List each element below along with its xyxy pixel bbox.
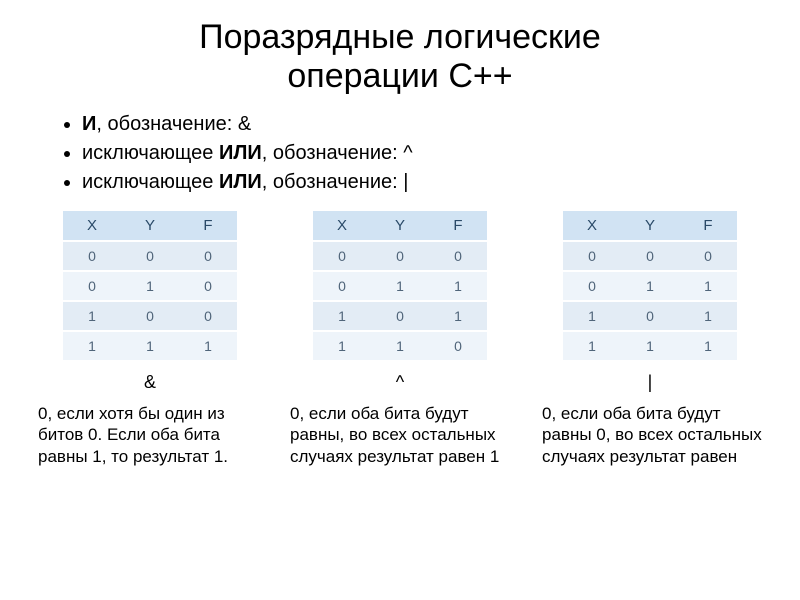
col-header-x: X: [563, 211, 621, 241]
bullet-bold: ИЛИ: [219, 171, 262, 193]
col-header-y: Y: [621, 211, 679, 241]
bullet-item: исключающее ИЛИ, обозначение: |: [82, 168, 800, 197]
bullet-item: исключающее ИЛИ, обозначение: ^: [82, 139, 800, 168]
title-line1: Поразрядные логические: [199, 18, 601, 56]
table-row: 100: [63, 301, 237, 331]
table-row: 110: [313, 331, 487, 361]
bullet-rest: , обозначение: &: [96, 113, 251, 135]
table-row: 010: [63, 271, 237, 301]
table-row: 111: [563, 331, 737, 361]
table-row: 000: [563, 241, 737, 271]
bullet-list: И, обозначение: & исключающее ИЛИ, обозн…: [60, 110, 800, 197]
col-header-x: X: [63, 211, 121, 241]
slide-title: Поразрядные логические операции C++: [0, 0, 800, 96]
table-row: 000: [63, 241, 237, 271]
desc-and: 0, если хотя бы один из битов 0. Если об…: [38, 403, 258, 467]
operator-symbol-and: &: [50, 372, 250, 393]
col-header-x: X: [313, 211, 371, 241]
truth-table-and: X Y F 000 010 100 111: [63, 211, 237, 362]
bullet-bold: И: [82, 113, 96, 135]
table-row: 101: [563, 301, 737, 331]
bullet-prefix: исключающее: [82, 171, 219, 193]
descriptions-row: 0, если хотя бы один из битов 0. Если об…: [0, 393, 800, 467]
operator-symbol-or: |: [550, 372, 750, 393]
table-row: 101: [313, 301, 487, 331]
tables-row: X Y F 000 010 100 111 X Y F 000 011 101 …: [0, 205, 800, 362]
table-row: 000: [313, 241, 487, 271]
title-line2: операции C++: [287, 57, 512, 95]
bullet-rest: , обозначение: ^: [262, 142, 413, 164]
bullet-bold: ИЛИ: [219, 142, 262, 164]
operator-symbol-xor: ^: [300, 372, 500, 393]
bullet-item: И, обозначение: &: [82, 110, 800, 139]
truth-table-xor: X Y F 000 011 101 110: [313, 211, 487, 362]
desc-or: 0, если оба бита будут равны 0, во всех …: [542, 403, 762, 467]
bullet-rest: , обозначение: |: [262, 171, 409, 193]
table-row: 011: [313, 271, 487, 301]
desc-xor: 0, если оба бита будут равны, во всех ос…: [290, 403, 510, 467]
col-header-f: F: [179, 211, 237, 241]
col-header-y: Y: [371, 211, 429, 241]
bullet-prefix: исключающее: [82, 142, 219, 164]
col-header-f: F: [679, 211, 737, 241]
table-row: 111: [63, 331, 237, 361]
col-header-f: F: [429, 211, 487, 241]
col-header-y: Y: [121, 211, 179, 241]
operator-symbols-row: & ^ |: [0, 362, 800, 393]
table-row: 011: [563, 271, 737, 301]
truth-table-or: X Y F 000 011 101 111: [563, 211, 737, 362]
